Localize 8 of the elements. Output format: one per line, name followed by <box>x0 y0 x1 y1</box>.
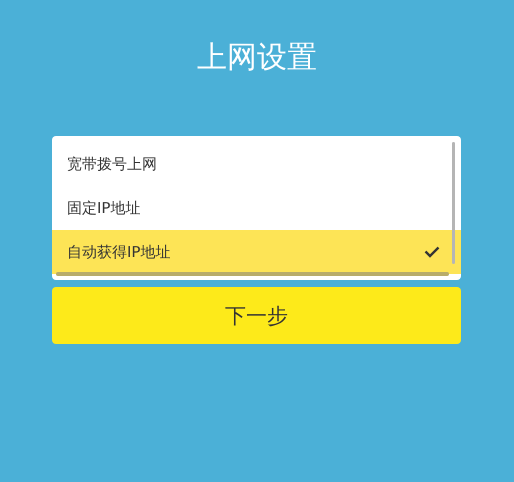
option-item[interactable]: 宽带拨号上网 <box>52 142 461 186</box>
next-button[interactable]: 下一步 <box>52 287 461 344</box>
option-item[interactable]: 自动获得IP地址 <box>52 230 461 274</box>
option-item[interactable]: 固定IP地址 <box>52 186 461 230</box>
page-title: 上网设置 <box>196 39 318 77</box>
scrollbar[interactable] <box>56 272 449 276</box>
scrollbar[interactable] <box>452 142 455 264</box>
checkmark-icon <box>424 246 440 258</box>
